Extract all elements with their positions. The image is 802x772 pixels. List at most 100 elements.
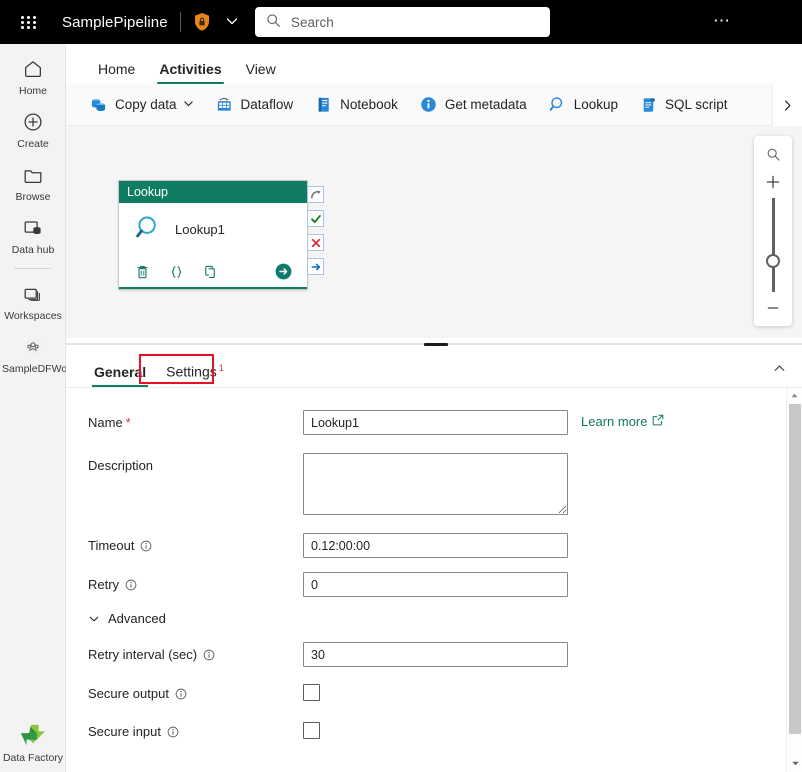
notebook-icon	[314, 95, 333, 114]
top-bar: SamplePipeline ⋯	[0, 0, 802, 44]
name-label-text: Name	[88, 415, 123, 430]
title-divider	[179, 12, 181, 32]
advanced-section-toggle[interactable]: Advanced	[88, 611, 786, 626]
field-row-description: Description	[88, 453, 786, 515]
tab-view[interactable]: View	[234, 61, 288, 84]
product-footer[interactable]: Data Factory	[0, 720, 66, 764]
tab-settings[interactable]: Settings 1	[156, 363, 234, 387]
sidebar-item-home[interactable]: Home	[0, 44, 66, 97]
left-nav-rail: Home Create Browse Data hub Workspaces S…	[0, 44, 104, 772]
retry-label: Retry	[88, 572, 303, 592]
info-icon[interactable]	[203, 649, 215, 661]
timeout-label-text: Timeout	[88, 538, 135, 553]
on-skip-connector[interactable]	[307, 186, 324, 203]
lookup-magnifier-icon	[548, 95, 567, 114]
secure-input-checkbox[interactable]	[303, 722, 320, 739]
sidebar-item-data-hub[interactable]: Data hub	[0, 203, 66, 256]
dataflow-icon	[215, 95, 234, 114]
retry-interval-label: Retry interval (sec)	[88, 642, 303, 662]
copy-data-icon	[89, 95, 108, 114]
secure-output-label: Secure output	[88, 681, 303, 701]
chevron-down-icon[interactable]	[183, 97, 194, 112]
panel-splitter[interactable]	[66, 340, 802, 348]
zoom-in-button[interactable]	[758, 168, 788, 196]
search-input[interactable]	[289, 13, 539, 31]
sidebar-item-browse[interactable]: Browse	[0, 150, 66, 203]
data-hub-icon	[0, 215, 66, 241]
sql-script-icon	[639, 95, 658, 114]
workspaces-icon	[0, 281, 66, 307]
description-textarea[interactable]	[303, 453, 568, 515]
learn-more-link[interactable]: Learn more	[581, 410, 669, 429]
retry-interval-input[interactable]	[303, 642, 568, 667]
zoom-to-fit-button[interactable]	[758, 140, 788, 168]
retry-label-text: Retry	[88, 577, 120, 592]
secure-output-label-text: Secure output	[88, 686, 169, 701]
required-asterisk: *	[125, 415, 131, 430]
zoom-slider[interactable]	[765, 198, 780, 292]
collapse-panel-button[interactable]	[766, 356, 792, 380]
trash-icon[interactable]	[129, 264, 155, 280]
tab-home[interactable]: Home	[86, 61, 147, 84]
app-launcher-button[interactable]	[12, 15, 46, 29]
sensitivity-shield-icon[interactable]	[193, 12, 211, 32]
toolbar-item-label: Lookup	[573, 97, 618, 112]
field-row-name: Name * Learn more	[88, 410, 786, 435]
tab-activities[interactable]: Activities	[147, 61, 233, 84]
toolbar-overflow-button[interactable]	[772, 84, 802, 126]
toolbar-item-label: Get metadata	[444, 97, 527, 112]
activity-node-header: Lookup	[119, 181, 307, 203]
sidebar-item-label: Workspaces	[4, 310, 62, 322]
activity-properties-panel: General Settings1 Name * Learn more Des	[66, 348, 802, 772]
search-box[interactable]	[255, 7, 550, 37]
copy-icon[interactable]	[197, 264, 223, 280]
retry-input[interactable]	[303, 572, 568, 597]
toolbar-notebook-button[interactable]: Notebook	[305, 89, 407, 121]
info-icon[interactable]	[167, 726, 179, 738]
info-icon[interactable]	[125, 579, 137, 591]
scroll-down-arrow-icon[interactable]	[787, 756, 802, 770]
title-chevron-down-icon[interactable]	[225, 14, 239, 31]
toolbar-item-label: Copy data	[115, 97, 177, 112]
info-icon[interactable]	[140, 540, 152, 552]
on-success-connector[interactable]	[307, 210, 324, 227]
plus-circle-icon	[0, 109, 66, 135]
activity-node-lookup1[interactable]: Lookup Lookup1	[118, 180, 308, 290]
info-icon[interactable]	[175, 688, 187, 700]
retry-interval-label-text: Retry interval (sec)	[88, 647, 198, 662]
field-row-retry-interval: Retry interval (sec)	[88, 642, 786, 667]
toolbar-dataflow-button[interactable]: Dataflow	[206, 89, 303, 121]
field-row-secure-output: Secure output	[88, 681, 786, 701]
zoom-out-button[interactable]	[758, 294, 788, 322]
sidebar-item-workspace[interactable]: SampleDFWorkspace	[0, 322, 104, 375]
canvas-zoom-controls	[754, 136, 792, 326]
scroll-up-arrow-icon[interactable]	[787, 388, 802, 402]
name-input[interactable]	[303, 410, 568, 435]
sidebar-item-workspaces[interactable]: Workspaces	[0, 269, 66, 322]
splitter-grip-handle[interactable]	[424, 342, 448, 346]
properties-scrollbar[interactable]	[786, 388, 802, 772]
workspace-people-icon	[0, 334, 66, 360]
learn-more-label: Learn more	[581, 414, 648, 429]
secure-output-checkbox[interactable]	[303, 684, 320, 701]
on-completion-connector[interactable]	[307, 258, 324, 275]
on-failure-connector[interactable]	[307, 234, 324, 251]
general-form: Name * Learn more Description Timeout	[66, 388, 786, 772]
sidebar-item-create[interactable]: Create	[0, 97, 66, 150]
toolbar-item-label: Dataflow	[240, 97, 294, 112]
braces-icon[interactable]	[163, 264, 189, 280]
toolbar-sql-script-button[interactable]: SQL script	[630, 89, 737, 121]
top-bar-more-button[interactable]: ⋯	[713, 12, 731, 30]
tab-settings-label: Settings	[166, 364, 217, 380]
toolbar-lookup-button[interactable]: Lookup	[539, 89, 627, 121]
run-activity-button[interactable]	[274, 262, 293, 284]
timeout-input[interactable]	[303, 533, 568, 558]
tab-general[interactable]: General	[84, 364, 156, 387]
zoom-slider-handle[interactable]	[765, 254, 780, 268]
toolbar-get-metadata-button[interactable]: Get metadata	[410, 89, 536, 121]
product-footer-label: Data Factory	[2, 752, 64, 764]
toolbar-copy-data-button[interactable]: Copy data	[80, 89, 203, 121]
pipeline-canvas[interactable]: Lookup Lookup1	[66, 126, 802, 338]
secure-input-label-text: Secure input	[88, 724, 161, 739]
scrollbar-thumb[interactable]	[789, 404, 801, 734]
